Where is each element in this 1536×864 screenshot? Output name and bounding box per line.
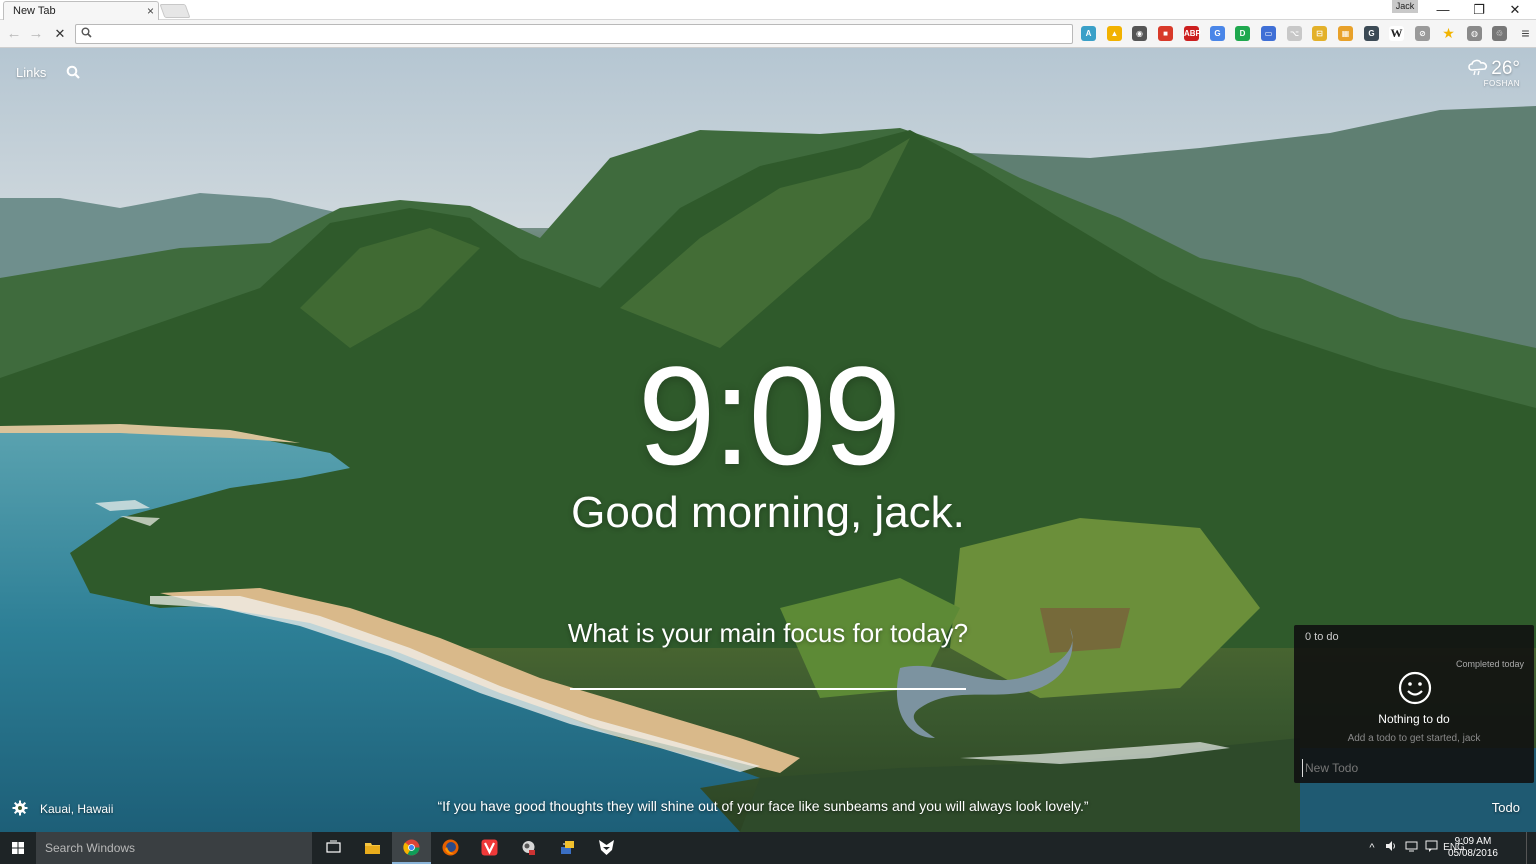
weather-widget[interactable]: 26° FOSHAN xyxy=(1467,58,1520,88)
firefox-icon xyxy=(442,839,459,856)
adblock-plus-icon[interactable]: ABP xyxy=(1184,26,1201,41)
document-icon[interactable]: ⌥ xyxy=(1287,26,1302,41)
foxy-button[interactable] xyxy=(587,832,626,864)
globe-icon[interactable]: ◍ xyxy=(1467,26,1482,41)
browser-toolbar: ← → ✕ A ▲ ◉ ■ ABP G D ▭ ⌥ ⊟ ▦ G W ⊘ ★ ◍ ♲ ≡ xyxy=(0,20,1536,48)
tab-close-icon[interactable]: × xyxy=(147,4,154,18)
todo-count[interactable]: 0 to do xyxy=(1305,631,1339,643)
translate-icon[interactable]: A xyxy=(1081,26,1096,41)
forward-button[interactable]: → xyxy=(26,24,46,44)
smiley-icon xyxy=(1398,671,1432,705)
tab-new-tab[interactable]: New Tab × xyxy=(3,1,159,20)
taskbar-search[interactable]: Search Windows xyxy=(36,832,312,864)
foxy-icon xyxy=(599,840,614,855)
file-explorer-button[interactable] xyxy=(353,832,392,864)
search-icon[interactable] xyxy=(66,65,80,79)
new-todo-input[interactable] xyxy=(1302,759,1526,777)
address-bar[interactable] xyxy=(75,24,1073,44)
volume-icon[interactable] xyxy=(1383,832,1399,864)
ticket-icon[interactable]: ⊟ xyxy=(1312,26,1327,41)
app-button[interactable] xyxy=(509,832,548,864)
todo-panel: 0 to do Completed today Nothing to do Ad… xyxy=(1294,625,1534,783)
taskbar-clock[interactable]: 9:09 AM 05/08/2016 xyxy=(1448,836,1498,860)
tray-overflow-icon[interactable]: ^ xyxy=(1365,832,1379,864)
back-button[interactable]: ← xyxy=(4,24,24,44)
firefox-button[interactable] xyxy=(431,832,470,864)
compass-icon[interactable]: ⊘ xyxy=(1415,26,1430,41)
google-drive-icon[interactable]: ▲ xyxy=(1107,26,1122,41)
stop-button[interactable]: ✕ xyxy=(50,24,70,44)
tab-title: New Tab xyxy=(13,5,56,17)
bookmark-icon[interactable]: ■ xyxy=(1158,26,1173,41)
wikipedia-icon[interactable]: W xyxy=(1389,26,1404,41)
task-view-icon xyxy=(326,840,341,853)
daily-quote[interactable]: “If you have good thoughts they will shi… xyxy=(0,798,1526,814)
network-app-icon xyxy=(561,841,574,854)
task-view-button[interactable] xyxy=(314,832,353,864)
todo-empty-title: Nothing to do xyxy=(1378,712,1450,726)
chrome-button[interactable] xyxy=(392,832,431,864)
address-input[interactable] xyxy=(98,26,1058,42)
greeting: Good morning, jack. xyxy=(571,488,965,537)
todo-toggle-button[interactable]: Todo xyxy=(1492,800,1520,815)
google-translate-icon[interactable]: G xyxy=(1210,26,1225,41)
window-icon[interactable]: ▭ xyxy=(1261,26,1276,41)
links-button[interactable]: Links xyxy=(16,65,46,80)
green-circle-icon[interactable]: D xyxy=(1235,26,1250,41)
vivaldi-button[interactable] xyxy=(470,832,509,864)
new-tab-button[interactable] xyxy=(159,4,191,18)
focus-input[interactable] xyxy=(570,660,966,690)
recycle-icon[interactable]: ♲ xyxy=(1492,26,1507,41)
weather-city: FOSHAN xyxy=(1483,79,1520,88)
show-desktop-button[interactable] xyxy=(1526,832,1536,864)
clock: 9:09 xyxy=(637,337,901,494)
close-window-button[interactable]: ✕ xyxy=(1497,0,1533,20)
star-icon[interactable]: ★ xyxy=(1441,26,1456,41)
profile-button[interactable]: Jack xyxy=(1392,0,1418,13)
momentum-new-tab-page: Links 26° FOSHAN 9:09 Good morning, jack… xyxy=(0,48,1536,832)
speaker-icon xyxy=(1386,841,1395,851)
taskbar-time: 9:09 AM xyxy=(1454,836,1492,847)
notification-icon xyxy=(1425,840,1437,852)
vivaldi-icon xyxy=(481,839,498,856)
menu-icon[interactable]: ≡ xyxy=(1518,26,1533,41)
windows-taskbar: Search Windows ^ ENG 9:09 AM 05/08/2016 xyxy=(0,832,1536,864)
grid-icon[interactable]: ▦ xyxy=(1338,26,1353,41)
action-center-icon[interactable] xyxy=(1422,832,1440,864)
start-button[interactable] xyxy=(0,832,36,864)
app-icon xyxy=(522,841,535,855)
minimize-button[interactable]: — xyxy=(1425,0,1461,20)
restore-button[interactable]: ❐ xyxy=(1461,0,1497,20)
incognito-icon[interactable]: ◉ xyxy=(1132,26,1147,41)
cloud-rain-icon xyxy=(1468,59,1488,76)
tab-strip: New Tab × Jack — ❐ ✕ xyxy=(0,0,1536,20)
todo-empty-hint: Add a todo to get started, jack xyxy=(1347,733,1481,744)
grammarly-icon[interactable]: G xyxy=(1364,26,1379,41)
taskbar-date: 05/08/2016 xyxy=(1447,848,1498,859)
search-icon xyxy=(81,27,92,38)
windows-logo-icon xyxy=(12,842,24,854)
weather-temperature: 26° xyxy=(1491,58,1520,79)
chrome-icon xyxy=(403,839,420,856)
todo-completed-filter[interactable]: Completed today xyxy=(1456,659,1524,669)
file-explorer-icon xyxy=(365,843,380,854)
network-app-button[interactable] xyxy=(548,832,587,864)
monitor-network-icon xyxy=(1405,841,1417,852)
network-icon[interactable] xyxy=(1402,832,1420,864)
